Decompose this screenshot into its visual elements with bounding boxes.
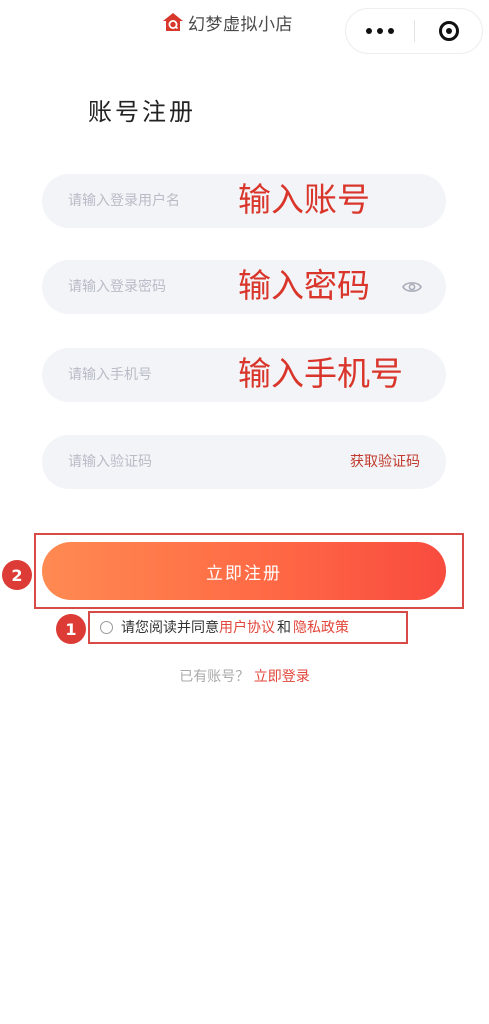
- brand: 幻梦虚拟小店: [162, 10, 293, 35]
- agreement-row: 请您阅读并同意 用户协议 和 隐私政策: [100, 616, 349, 638]
- login-question: 已有账号？: [179, 669, 250, 685]
- privacy-policy-link[interactable]: 隐私政策: [293, 617, 349, 637]
- username-annotation: 输入账号: [238, 180, 370, 219]
- phone-input[interactable]: [68, 348, 228, 402]
- agreement-and: 和: [277, 620, 291, 636]
- password-input[interactable]: [68, 260, 228, 314]
- code-field-wrapper: 获取验证码: [42, 435, 446, 489]
- step-2-badge: 2: [2, 560, 32, 590]
- login-prompt: 已有账号？ 立即登录: [0, 666, 489, 686]
- eye-icon[interactable]: [402, 278, 422, 296]
- register-button[interactable]: 立即注册: [42, 542, 446, 600]
- username-input[interactable]: [68, 174, 228, 228]
- username-field-wrapper: 输入账号: [42, 174, 446, 228]
- house-logo-icon: [163, 13, 183, 31]
- mini-program-capsule: [345, 8, 483, 54]
- top-bar: 幻梦虚拟小店: [0, 0, 489, 54]
- verification-code-input[interactable]: [68, 435, 228, 489]
- user-agreement-link[interactable]: 用户协议: [219, 617, 275, 637]
- step-1-badge: 1: [56, 614, 86, 644]
- app-name: 幻梦虚拟小店: [188, 14, 293, 35]
- more-dots-icon[interactable]: [346, 9, 414, 53]
- agreement-prefix: 请您阅读并同意: [121, 620, 219, 636]
- phone-annotation: 输入手机号: [238, 354, 403, 393]
- password-field-wrapper: 输入密码: [42, 260, 446, 314]
- target-close-icon[interactable]: [415, 9, 482, 53]
- page-title: 账号注册: [88, 98, 196, 126]
- password-annotation: 输入密码: [238, 266, 370, 305]
- agreement-checkbox[interactable]: [100, 620, 113, 634]
- get-code-button[interactable]: 获取验证码: [350, 435, 420, 489]
- login-link[interactable]: 立即登录: [254, 669, 310, 685]
- phone-field-wrapper: 输入手机号: [42, 348, 446, 402]
